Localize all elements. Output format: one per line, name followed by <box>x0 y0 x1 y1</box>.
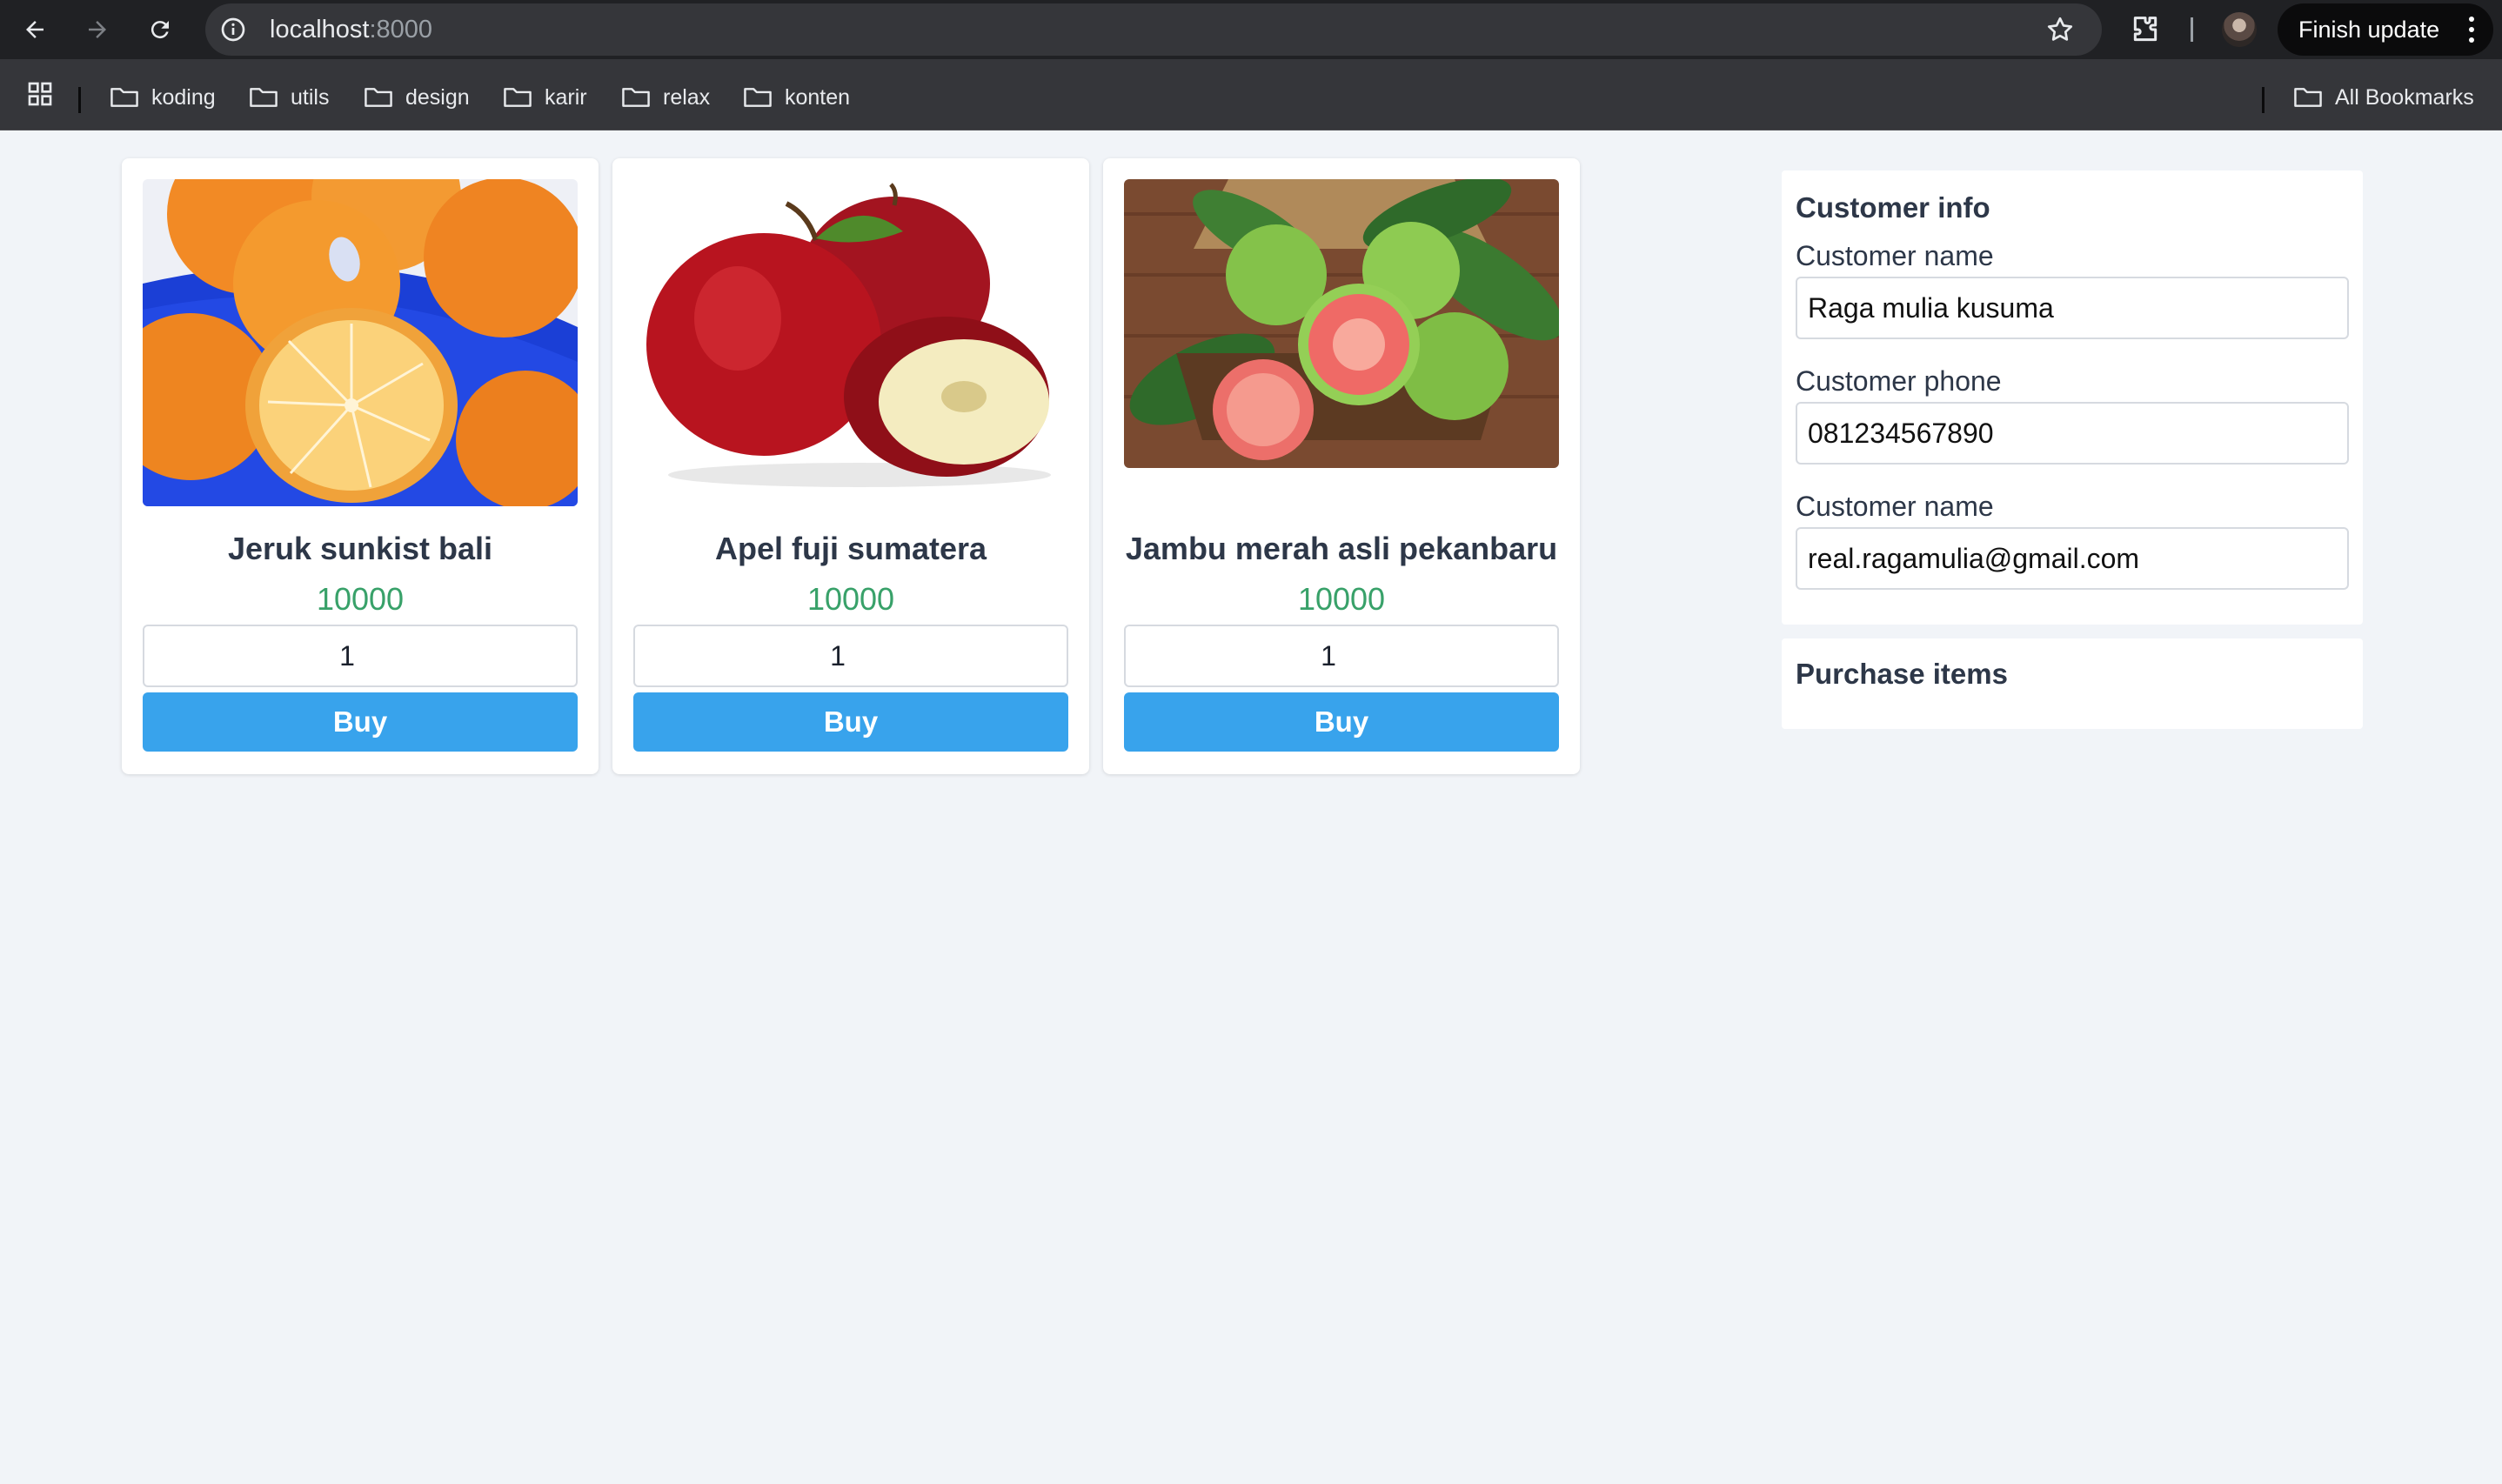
bookmarks-divider <box>78 87 81 113</box>
bookmark-label: koding <box>151 84 216 110</box>
reload-icon[interactable] <box>141 10 179 49</box>
product-image-guavas <box>1124 179 1559 468</box>
bookmark-folder-relax[interactable]: relax <box>621 84 710 111</box>
address-bar[interactable]: localhost:8000 <box>205 3 2102 56</box>
customer-name-label: Customer name <box>1796 240 1994 271</box>
extensions-puzzle-icon[interactable] <box>2128 12 2163 47</box>
folder-icon <box>622 88 650 107</box>
folder-icon <box>250 88 278 107</box>
bookmark-star-icon[interactable] <box>2044 14 2076 45</box>
folder-icon <box>110 88 138 107</box>
customer-phone-label: Customer phone <box>1796 365 2002 397</box>
bookmarks-divider <box>2262 87 2265 113</box>
buy-button[interactable]: Buy <box>633 692 1068 752</box>
profile-avatar[interactable] <box>2222 12 2257 47</box>
customer-info-heading: Customer info <box>1796 191 1990 224</box>
customer-email-label: Customer name <box>1796 491 1994 522</box>
bookmark-label: karir <box>545 84 587 110</box>
folder-icon <box>504 88 532 107</box>
product-card: Jambu merah asli pekanbaru 10000 Buy <box>1103 158 1580 774</box>
product-card: Apel fuji sumatera 10000 Buy <box>612 158 1089 774</box>
product-image-apples <box>633 179 1068 506</box>
forward-arrow-icon[interactable] <box>78 10 117 49</box>
product-name: Apel fuji sumatera <box>714 531 987 566</box>
bookmark-folder-karir[interactable]: karir <box>503 84 587 111</box>
bookmark-label: design <box>405 84 470 110</box>
product-name: Jambu merah asli pekanbaru <box>1125 531 1558 566</box>
customer-phone-input[interactable] <box>1796 402 2349 465</box>
bookmark-label: konten <box>785 84 851 110</box>
folder-icon <box>365 88 392 107</box>
more-menu-icon[interactable] <box>2469 17 2474 43</box>
browser-toolbar: localhost:8000 Finish update <box>0 0 2502 59</box>
finish-update-label: Finish update <box>2298 16 2440 43</box>
bookmark-folder-utils[interactable]: utils <box>249 84 329 111</box>
bookmark-folder-koding[interactable]: koding <box>110 84 216 111</box>
apps-grid-icon[interactable] <box>26 80 54 108</box>
product-price: 10000 <box>316 581 405 617</box>
bookmark-folder-konten[interactable]: konten <box>743 84 850 111</box>
customer-info-panel: Customer info Customer name Customer pho… <box>1782 170 2363 625</box>
folder-icon <box>744 88 772 107</box>
site-info-icon[interactable] <box>219 16 247 43</box>
product-card: Jeruk sunkist bali 10000 Buy <box>122 158 599 774</box>
customer-email-input[interactable] <box>1796 527 2349 590</box>
product-price: 10000 <box>1297 581 1386 617</box>
back-arrow-icon[interactable] <box>16 10 54 49</box>
folder-icon <box>2294 88 2322 107</box>
all-bookmarks-button[interactable]: All Bookmarks <box>2293 84 2474 111</box>
purchase-items-panel: Purchase items <box>1782 638 2363 729</box>
all-bookmarks-label: All Bookmarks <box>2335 84 2474 110</box>
product-image-oranges <box>143 179 578 506</box>
bookmark-label: utils <box>291 84 330 110</box>
toolbar-divider <box>2191 17 2193 42</box>
product-price: 10000 <box>806 581 895 617</box>
product-name: Jeruk sunkist bali <box>227 531 493 566</box>
quantity-input[interactable] <box>1124 625 1559 687</box>
bookmark-label: relax <box>663 84 711 110</box>
bookmark-folder-design[interactable]: design <box>364 84 470 111</box>
bookmarks-bar: koding utils design karir relax konten A… <box>0 59 2502 130</box>
buy-button[interactable]: Buy <box>143 692 578 752</box>
url-text[interactable]: localhost:8000 <box>270 16 432 43</box>
customer-name-input[interactable] <box>1796 277 2349 339</box>
buy-button[interactable]: Buy <box>1124 692 1559 752</box>
purchase-items-heading: Purchase items <box>1796 658 2008 690</box>
finish-update-button[interactable]: Finish update <box>2278 3 2493 56</box>
quantity-input[interactable] <box>633 625 1068 687</box>
quantity-input[interactable] <box>143 625 578 687</box>
